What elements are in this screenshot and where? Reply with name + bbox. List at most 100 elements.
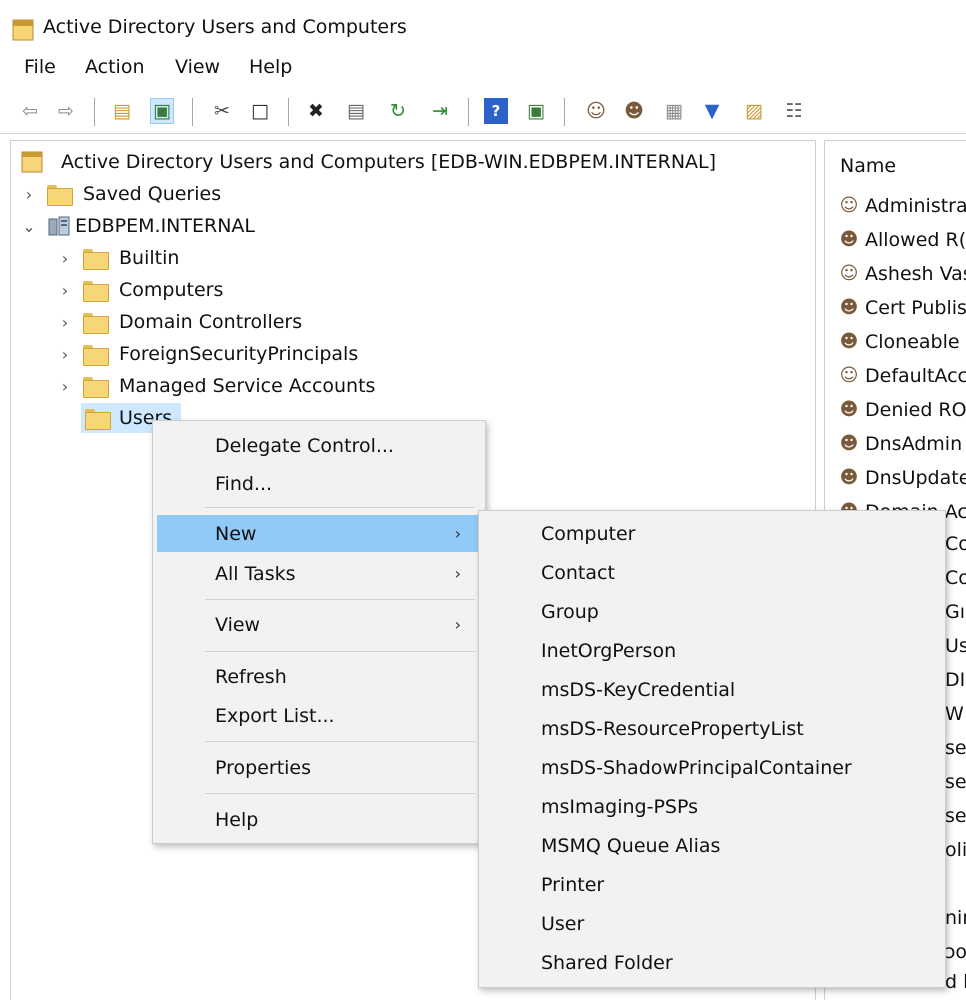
list-item-label: DnsUpdate: [865, 467, 966, 489]
list-item-partial: se: [945, 737, 966, 759]
tree-item-label: Saved Queries: [83, 183, 222, 205]
list-item-label: DefaultAcc: [865, 365, 966, 387]
menu-item-help[interactable]: Help: [157, 801, 481, 838]
find-icon[interactable]: ▨: [742, 98, 766, 124]
disabled-user-icon: ☺: [839, 365, 859, 386]
list-item-partial: nir: [945, 907, 966, 929]
list-item[interactable]: ☻ Allowed R(: [837, 225, 966, 255]
menu-item-delegate-control[interactable]: Delegate Control...: [157, 427, 481, 464]
list-item[interactable]: ☺ Administra: [837, 191, 966, 221]
submenu-item-group[interactable]: Group: [483, 593, 941, 630]
toolbar-separator: [564, 98, 565, 126]
menu-item-new[interactable]: New ›: [157, 515, 481, 552]
menu-file[interactable]: File: [24, 56, 56, 78]
refresh-icon[interactable]: ↻: [386, 98, 410, 124]
submenu-item-msmq-queue-alias[interactable]: MSMQ Queue Alias: [483, 827, 941, 864]
tree-item-saved-queries[interactable]: › Saved Queries: [19, 179, 221, 209]
list-item-label: Administra: [865, 195, 966, 217]
menu-item-properties[interactable]: Properties: [157, 749, 481, 786]
tree-item-label: Computers: [119, 279, 224, 301]
group-icon: ☻: [839, 297, 859, 318]
list-item[interactable]: ☻ DnsAdmin: [837, 429, 963, 459]
list-item[interactable]: ☺ Ashesh Vas: [837, 259, 966, 289]
menu-separator: [205, 651, 475, 652]
chevron-right-icon[interactable]: ›: [55, 281, 75, 300]
export-list-icon[interactable]: ⇥: [428, 98, 452, 124]
submenu-item-msds-keycredential[interactable]: msDS-KeyCredential: [483, 671, 941, 708]
show-action-pane-icon[interactable]: ▣: [524, 98, 548, 124]
ad-root-icon: [21, 151, 43, 173]
submenu-item-shared-folder[interactable]: Shared Folder: [483, 944, 941, 981]
list-item[interactable]: ☻ DnsUpdate: [837, 463, 966, 493]
new-group-icon[interactable]: ☻: [622, 98, 646, 124]
new-ou-icon[interactable]: ▦: [662, 98, 686, 124]
delegate-icon[interactable]: ☷: [782, 98, 806, 124]
tree-item-domain[interactable]: ⌄ EDBPEM.INTERNAL: [19, 211, 255, 241]
list-item-partial: oli: [945, 839, 966, 861]
list-item[interactable]: ☺ DefaultAcc: [837, 361, 966, 391]
group-icon: ☻: [839, 399, 859, 420]
folder-icon: [83, 344, 109, 366]
chevron-right-icon[interactable]: ›: [55, 313, 75, 332]
submenu-item-inetorgperson[interactable]: InetOrgPerson: [483, 632, 941, 669]
ad-users-computers-app-icon: [12, 19, 34, 41]
list-item[interactable]: ☻ Denied RO: [837, 395, 966, 425]
group-icon: ☻: [839, 229, 859, 250]
copy-icon[interactable]: □: [248, 98, 272, 124]
list-item-partial: ɔo: [945, 941, 966, 963]
tree-item-domain-controllers[interactable]: › Domain Controllers: [55, 307, 302, 337]
tree-item-label: ForeignSecurityPrincipals: [119, 343, 359, 365]
chevron-down-icon[interactable]: ⌄: [19, 217, 39, 236]
forward-arrow-icon[interactable]: ⇨: [54, 98, 78, 124]
menu-action[interactable]: Action: [85, 56, 145, 78]
user-icon: ☺: [839, 195, 859, 216]
menu-view[interactable]: View: [175, 56, 220, 78]
chevron-right-icon[interactable]: ›: [19, 185, 39, 204]
tree-item-foreign-security-principals[interactable]: › ForeignSecurityPrincipals: [55, 339, 358, 369]
list-item-label: Ashesh Vas: [865, 263, 966, 285]
show-hide-console-tree-icon[interactable]: ▣: [150, 98, 174, 124]
menu-item-find[interactable]: Find...: [157, 465, 481, 502]
tree-item-managed-service-accounts[interactable]: › Managed Service Accounts: [55, 371, 375, 401]
menu-separator: [205, 599, 475, 600]
list-item[interactable]: ☻ Cloneable: [837, 327, 960, 357]
submenu-item-msimaging-psps[interactable]: msImaging-PSPs: [483, 788, 941, 825]
up-folder-icon[interactable]: ▤: [110, 98, 134, 124]
submenu-item-user[interactable]: User: [483, 905, 941, 942]
submenu-item-computer[interactable]: Computer: [483, 515, 941, 552]
tree-item-label: Builtin: [119, 247, 180, 269]
tree-item-computers[interactable]: › Computers: [55, 275, 223, 305]
list-item-partial: Gı: [945, 601, 966, 623]
new-user-icon[interactable]: ☺: [584, 98, 608, 124]
tree-root[interactable]: Active Directory Users and Computers [ED…: [21, 147, 716, 177]
submenu-item-contact[interactable]: Contact: [483, 554, 941, 591]
group-icon: ☻: [839, 331, 859, 352]
column-header-name[interactable]: Name: [840, 155, 896, 177]
chevron-right-icon[interactable]: ›: [55, 345, 75, 364]
context-menu: Delegate Control... Find... New › All Tas…: [152, 420, 486, 844]
submenu-item-msds-shadowprincipalcontainer[interactable]: msDS-ShadowPrincipalContainer: [483, 749, 941, 786]
chevron-right-icon[interactable]: ›: [55, 377, 75, 396]
list-item[interactable]: ☻ Cert Publis: [837, 293, 966, 323]
menu-item-view[interactable]: View ›: [157, 606, 481, 643]
menu-separator: [205, 741, 475, 742]
filter-icon[interactable]: ▼: [700, 98, 724, 124]
delete-icon[interactable]: ✖: [304, 98, 328, 124]
list-item-label: DnsAdmin: [865, 433, 963, 455]
submenu-item-printer[interactable]: Printer: [483, 866, 941, 903]
domain-icon: [48, 216, 70, 236]
menu-item-all-tasks[interactable]: All Tasks ›: [157, 555, 481, 592]
group-icon: ☻: [839, 467, 859, 488]
menu-item-refresh[interactable]: Refresh: [157, 658, 481, 695]
menu-help[interactable]: Help: [249, 56, 292, 78]
back-arrow-icon[interactable]: ⇦: [18, 98, 42, 124]
cut-icon[interactable]: ✂: [210, 98, 234, 124]
user-icon: ☺: [839, 263, 859, 284]
toolbar-separator: [468, 98, 469, 126]
tree-item-builtin[interactable]: › Builtin: [55, 243, 179, 273]
properties-icon[interactable]: ▤: [344, 98, 368, 124]
help-icon[interactable]: ?: [484, 98, 508, 124]
submenu-item-msds-resourcepropertylist[interactable]: msDS-ResourcePropertyList: [483, 710, 941, 747]
menu-item-export-list[interactable]: Export List...: [157, 697, 481, 734]
chevron-right-icon[interactable]: ›: [55, 249, 75, 268]
